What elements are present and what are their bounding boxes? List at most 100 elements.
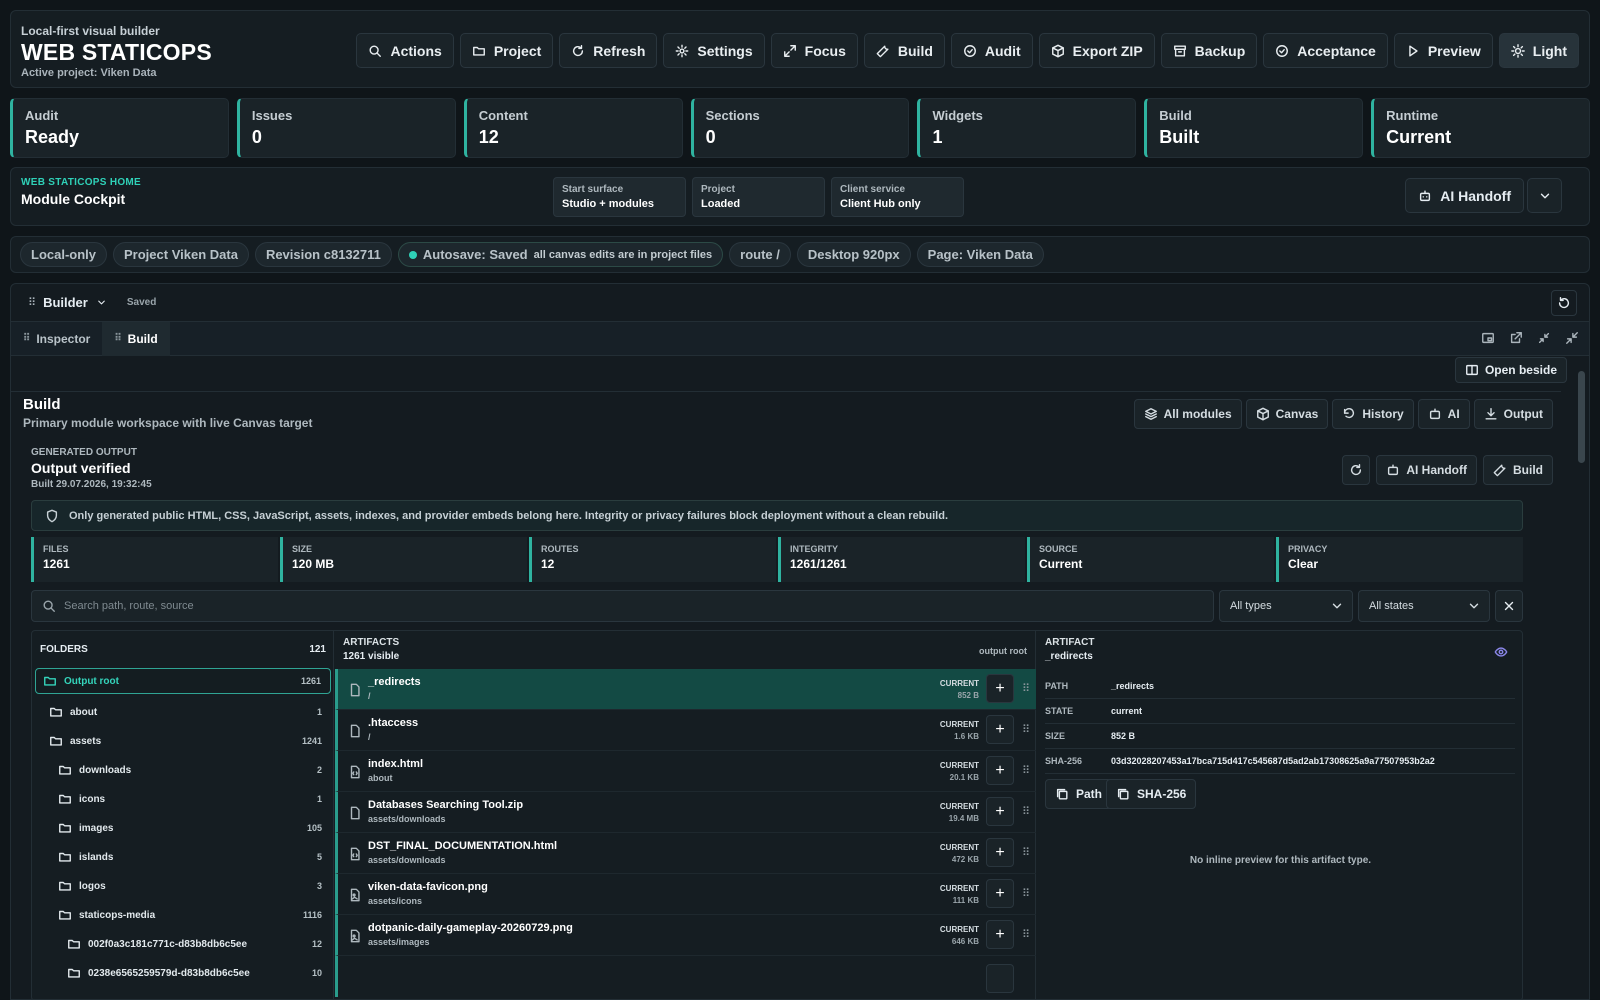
- artifact-row[interactable]: .htaccess / CURRENT 1.6 KB + ⠿: [335, 710, 1036, 751]
- add-artifact-button[interactable]: +: [986, 756, 1014, 785]
- artifact-path: assets/downloads: [368, 855, 446, 865]
- light-theme-button[interactable]: Light: [1498, 33, 1579, 68]
- chevron-down-icon[interactable]: [96, 297, 107, 308]
- project-chip: Project Loaded: [692, 177, 825, 217]
- type-filter-select[interactable]: All types: [1219, 590, 1353, 622]
- actions-button[interactable]: Actions: [356, 33, 454, 68]
- history-button[interactable]: History: [1332, 399, 1414, 429]
- copy-path-label: Path: [1076, 787, 1103, 801]
- audit-button-label: Audit: [984, 42, 1021, 59]
- cockpit-dropdown-button[interactable]: [1527, 178, 1562, 213]
- copy-sha-button[interactable]: SHA-256: [1106, 779, 1197, 809]
- folder-name: images: [79, 822, 114, 834]
- drag-handle-icon[interactable]: ⠿: [1022, 764, 1030, 777]
- artifact-row[interactable]: index.html about CURRENT 20.1 KB + ⠿: [335, 751, 1036, 792]
- folder-staticops-media[interactable]: staticops-media 1116: [58, 902, 331, 928]
- add-artifact-button[interactable]: +: [986, 715, 1014, 744]
- stat-label: Audit: [25, 108, 59, 123]
- file-icon: [348, 724, 362, 738]
- folder-images[interactable]: images 105: [58, 815, 331, 841]
- drag-handle-icon[interactable]: ⠿: [1022, 723, 1030, 736]
- reset-button[interactable]: [1551, 290, 1577, 316]
- detail-artifact-name: _redirects: [1045, 651, 1093, 662]
- export-zip-button[interactable]: Export ZIP: [1038, 33, 1155, 68]
- acceptance-button[interactable]: Acceptance: [1263, 33, 1388, 68]
- autosave-status-dot: [408, 250, 417, 259]
- metric-value: Current: [1039, 557, 1083, 571]
- folder-count: 12: [311, 939, 322, 949]
- artifact-row-partial[interactable]: [335, 956, 1036, 997]
- ai-handoff-label: AI Handoff: [1440, 187, 1511, 204]
- folder-downloads[interactable]: downloads 2: [58, 757, 331, 783]
- builder-title[interactable]: Builder: [43, 295, 88, 310]
- search-input[interactable]: [64, 600, 1164, 612]
- add-artifact-button[interactable]: +: [986, 920, 1014, 949]
- folder-islands[interactable]: islands 5: [58, 844, 331, 870]
- drag-handle-icon[interactable]: ⠿: [1022, 682, 1030, 695]
- artifact-row[interactable]: dotpanic-daily-gameplay-20260729.png asse…: [335, 915, 1036, 956]
- folder-assets[interactable]: assets 1241: [49, 728, 331, 754]
- output-ai-handoff-button[interactable]: AI Handoff: [1376, 455, 1477, 485]
- drag-handle-icon[interactable]: ⠿: [1022, 805, 1030, 818]
- artifact-row[interactable]: _redirects / CURRENT 852 B + ⠿: [335, 669, 1036, 710]
- focus-button[interactable]: Focus: [770, 33, 858, 68]
- open-beside-button[interactable]: Open beside: [1454, 357, 1567, 383]
- artifacts-scope: output root: [979, 646, 1027, 656]
- refresh-button[interactable]: Refresh: [559, 33, 658, 68]
- collapse-icon[interactable]: [1565, 331, 1579, 345]
- folder-output-root[interactable]: Output root 1261: [35, 668, 331, 694]
- folder-count: 1261: [300, 676, 321, 686]
- add-artifact-button[interactable]: [986, 964, 1014, 993]
- preview-button[interactable]: Preview: [1393, 33, 1493, 68]
- ai-button[interactable]: AI: [1417, 399, 1470, 429]
- folder-logos[interactable]: logos 3: [58, 873, 331, 899]
- stat-label: Widgets: [932, 108, 983, 123]
- artifact-row[interactable]: Databases Searching Tool.zip assets/downl…: [335, 792, 1036, 833]
- state-filter-select[interactable]: All states: [1358, 590, 1490, 622]
- folder-media-hash-2[interactable]: 0238e6565259579d-d83b8db6c5ee 10: [67, 960, 331, 986]
- scrollbar-thumb[interactable]: [1578, 371, 1585, 463]
- folder-name: staticops-media: [79, 909, 156, 921]
- output-button[interactable]: Output: [1473, 399, 1553, 429]
- metric-integrity: INTEGRITY 1261/1261: [778, 537, 1025, 582]
- add-artifact-button[interactable]: +: [986, 879, 1014, 908]
- drag-handle-icon[interactable]: ⠿: [1022, 846, 1030, 859]
- clear-filters-button[interactable]: [1495, 590, 1523, 622]
- drag-handle-icon[interactable]: ⠿: [1022, 928, 1030, 941]
- tab-inspector[interactable]: ⠿ Inspector: [11, 322, 102, 356]
- all-modules-button[interactable]: All modules: [1133, 399, 1242, 429]
- minimize-icon[interactable]: [1537, 331, 1551, 345]
- output-build-button[interactable]: Build: [1483, 455, 1553, 485]
- folder-icons[interactable]: icons 1: [58, 786, 331, 812]
- ai-handoff-button[interactable]: AI Handoff: [1405, 178, 1524, 213]
- artifacts-column: ARTIFACTS 1261 visible output root _redi…: [335, 631, 1036, 999]
- folder-about[interactable]: about 1: [49, 699, 331, 725]
- folder-media-hash-1[interactable]: 002f0a3c181c771c-d83b8db6c5ee 12: [67, 931, 331, 957]
- folder-name: islands: [79, 851, 114, 863]
- backup-button[interactable]: Backup: [1160, 33, 1258, 68]
- artifact-state-label: CURRENT: [939, 925, 979, 934]
- image-file-icon: [348, 929, 362, 943]
- settings-button[interactable]: Settings: [663, 33, 765, 68]
- metric-value: 1261/1261: [790, 557, 847, 571]
- project-button[interactable]: Project: [459, 33, 554, 68]
- audit-button[interactable]: Audit: [950, 33, 1033, 68]
- artifact-row[interactable]: viken-data-favicon.png assets/icons CURREN…: [335, 874, 1036, 915]
- add-artifact-button[interactable]: +: [986, 674, 1014, 703]
- picture-in-picture-icon[interactable]: [1481, 331, 1495, 345]
- artifact-name: index.html: [368, 758, 424, 770]
- add-artifact-button[interactable]: +: [986, 838, 1014, 867]
- drag-handle-icon[interactable]: ⠿: [28, 296, 36, 309]
- eye-icon[interactable]: [1494, 645, 1508, 659]
- rebuild-refresh-button[interactable]: [1342, 455, 1371, 485]
- artifact-row[interactable]: DST_FINAL_DOCUMENTATION.html assets/downl…: [335, 833, 1036, 874]
- add-artifact-button[interactable]: +: [986, 797, 1014, 826]
- panel-scrollbar[interactable]: [1577, 357, 1585, 997]
- wrench-icon: [1493, 463, 1507, 477]
- copy-path-button[interactable]: Path: [1045, 779, 1113, 809]
- external-link-icon[interactable]: [1509, 331, 1523, 345]
- canvas-button[interactable]: Canvas: [1245, 399, 1329, 429]
- tab-build[interactable]: ⠿ Build: [102, 321, 170, 356]
- drag-handle-icon[interactable]: ⠿: [1022, 887, 1030, 900]
- build-button[interactable]: Build: [863, 33, 945, 68]
